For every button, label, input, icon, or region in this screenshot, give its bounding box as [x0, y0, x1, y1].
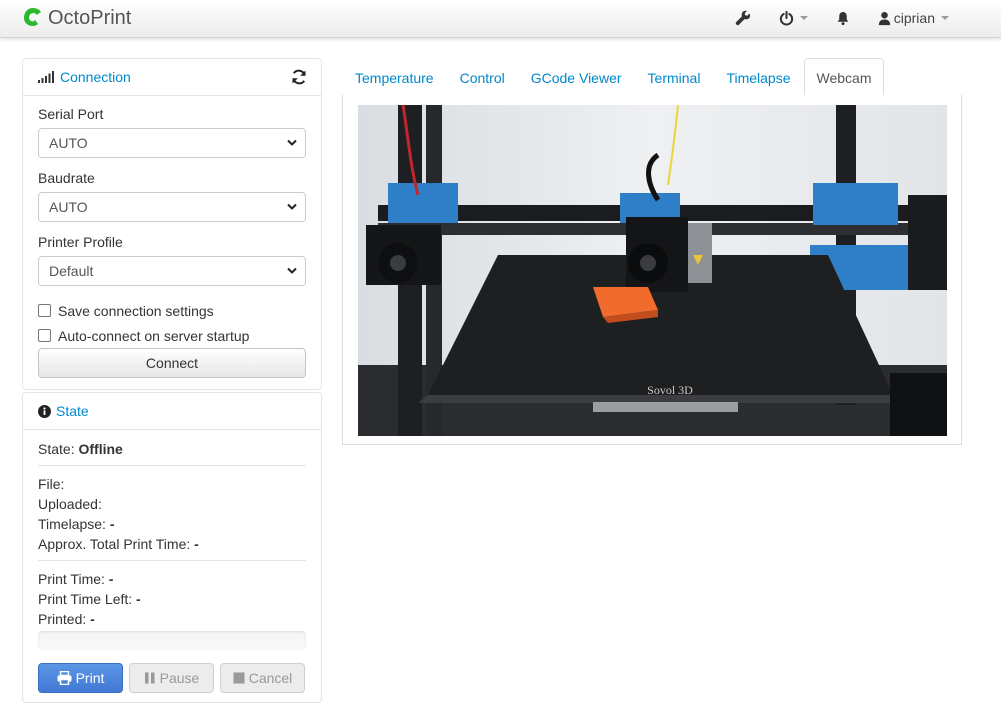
- printer-icon: [57, 671, 72, 685]
- print-time-value: -: [108, 571, 114, 587]
- baudrate-label: Baudrate: [38, 170, 95, 186]
- printer-profile-select[interactable]: Default: [38, 256, 306, 286]
- approx-time-value: -: [194, 536, 199, 552]
- tab-webcam[interactable]: Webcam: [803, 58, 885, 97]
- state-panel: State State: Offline File: Uploaded: Tim…: [22, 392, 322, 703]
- pause-icon: [144, 672, 155, 684]
- webcam-image: Sovol 3D: [358, 105, 947, 436]
- pause-button[interactable]: Pause: [129, 663, 214, 693]
- chevron-down-icon: [287, 267, 297, 274]
- printed-value: -: [90, 611, 95, 627]
- state-title: State: [56, 403, 89, 419]
- bed-label: Sovol 3D: [647, 383, 693, 397]
- connection-panel: Connection Serial Port AUTO Baudrate AUT…: [22, 58, 322, 390]
- notifications-button[interactable]: [836, 11, 850, 26]
- cancel-button-label: Cancel: [248, 670, 293, 686]
- brand[interactable]: OctoPrint: [22, 6, 131, 30]
- chevron-down-icon: [941, 16, 949, 20]
- autoconnect-label: Auto-connect on server startup: [58, 327, 250, 344]
- info-icon: [38, 404, 51, 418]
- autoconnect-row: Auto-connect on server startup: [38, 323, 306, 348]
- chevron-down-icon: [799, 16, 808, 20]
- bell-icon: [837, 11, 849, 25]
- state-row: State: Offline: [38, 439, 306, 459]
- save-settings-label: Save connection settings: [58, 302, 214, 319]
- baudrate-select[interactable]: AUTO: [38, 192, 306, 222]
- connect-button[interactable]: Connect: [38, 348, 306, 378]
- serial-port-select[interactable]: AUTO: [38, 128, 306, 158]
- nav-right: ciprian: [707, 0, 949, 36]
- uploaded-row: Uploaded:: [38, 494, 306, 514]
- pause-button-label: Pause: [159, 670, 200, 686]
- user-menu-button[interactable]: ciprian: [878, 10, 949, 26]
- printed-label: Printed:: [38, 611, 87, 627]
- settings-button[interactable]: [735, 10, 751, 26]
- time-left-row: Print Time Left: -: [38, 589, 306, 609]
- print-time-label: Print Time:: [38, 571, 105, 587]
- job-buttons: Print Pause Cancel: [38, 663, 311, 693]
- serial-port-label: Serial Port: [38, 106, 104, 122]
- chevron-down-icon: [287, 203, 297, 210]
- printer-profile-label: Printer Profile: [38, 234, 123, 250]
- print-progress-bar: [38, 631, 306, 650]
- printed-row: Printed: -: [38, 609, 306, 629]
- octoprint-logo-icon: [22, 6, 44, 31]
- user-icon: [878, 11, 890, 25]
- timelapse-label: Timelapse:: [38, 516, 106, 532]
- autoconnect-checkbox[interactable]: [38, 329, 51, 342]
- serial-port-value: AUTO: [49, 135, 88, 151]
- approx-time-label: Approx. Total Print Time:: [38, 536, 191, 552]
- printer-profile-value: Default: [49, 263, 94, 279]
- webcam-tab-content: Sovol 3D: [342, 95, 962, 445]
- connection-panel-body: Serial Port AUTO Baudrate AUTO Printer P…: [23, 96, 321, 388]
- tab-terminal[interactable]: Terminal: [635, 58, 714, 96]
- tab-temperature[interactable]: Temperature: [342, 58, 447, 96]
- timelapse-value: -: [109, 516, 115, 532]
- save-settings-row: Save connection settings: [38, 298, 306, 323]
- power-icon: [779, 10, 793, 25]
- uploaded-label: Uploaded:: [38, 496, 102, 512]
- file-row: File:: [38, 474, 306, 494]
- divider: [38, 560, 306, 561]
- brand-name: OctoPrint: [48, 6, 132, 29]
- timelapse-row: Timelapse: -: [38, 514, 306, 534]
- state-panel-body: State: Offline File: Uploaded: Timelapse…: [23, 430, 321, 660]
- print-time-row: Print Time: -: [38, 569, 306, 589]
- print-button-label: Print: [75, 670, 105, 686]
- tab-timelapse[interactable]: Timelapse: [713, 58, 803, 96]
- system-menu-button[interactable]: [779, 10, 808, 26]
- tab-gcode-viewer[interactable]: GCode Viewer: [518, 58, 635, 96]
- approx-time-row: Approx. Total Print Time: -: [38, 534, 306, 554]
- cancel-button[interactable]: Cancel: [220, 663, 305, 693]
- baudrate-value: AUTO: [49, 199, 88, 215]
- file-label: File:: [38, 476, 65, 492]
- connection-title: Connection: [60, 69, 131, 85]
- save-settings-checkbox[interactable]: [38, 304, 51, 317]
- main-tabs: Temperature Control GCode Viewer Termina…: [342, 58, 962, 97]
- time-left-value: -: [136, 591, 141, 607]
- chevron-down-icon: [287, 139, 297, 146]
- state-value: Offline: [78, 441, 123, 457]
- tab-control[interactable]: Control: [447, 58, 518, 96]
- navbar: OctoPrint ciprian: [0, 0, 1001, 38]
- refresh-button[interactable]: [291, 69, 307, 88]
- divider: [38, 465, 306, 466]
- refresh-icon: [292, 69, 306, 85]
- print-button[interactable]: Print: [38, 663, 123, 693]
- signal-icon: [38, 71, 54, 83]
- webcam-stream[interactable]: Sovol 3D: [358, 105, 947, 436]
- wrench-icon: [735, 10, 750, 26]
- time-left-label: Print Time Left:: [38, 591, 133, 607]
- username: ciprian: [893, 10, 935, 26]
- stop-icon: [233, 672, 245, 684]
- state-panel-header[interactable]: State: [23, 393, 321, 430]
- connection-panel-header[interactable]: Connection: [23, 59, 321, 96]
- state-label: State:: [38, 441, 75, 457]
